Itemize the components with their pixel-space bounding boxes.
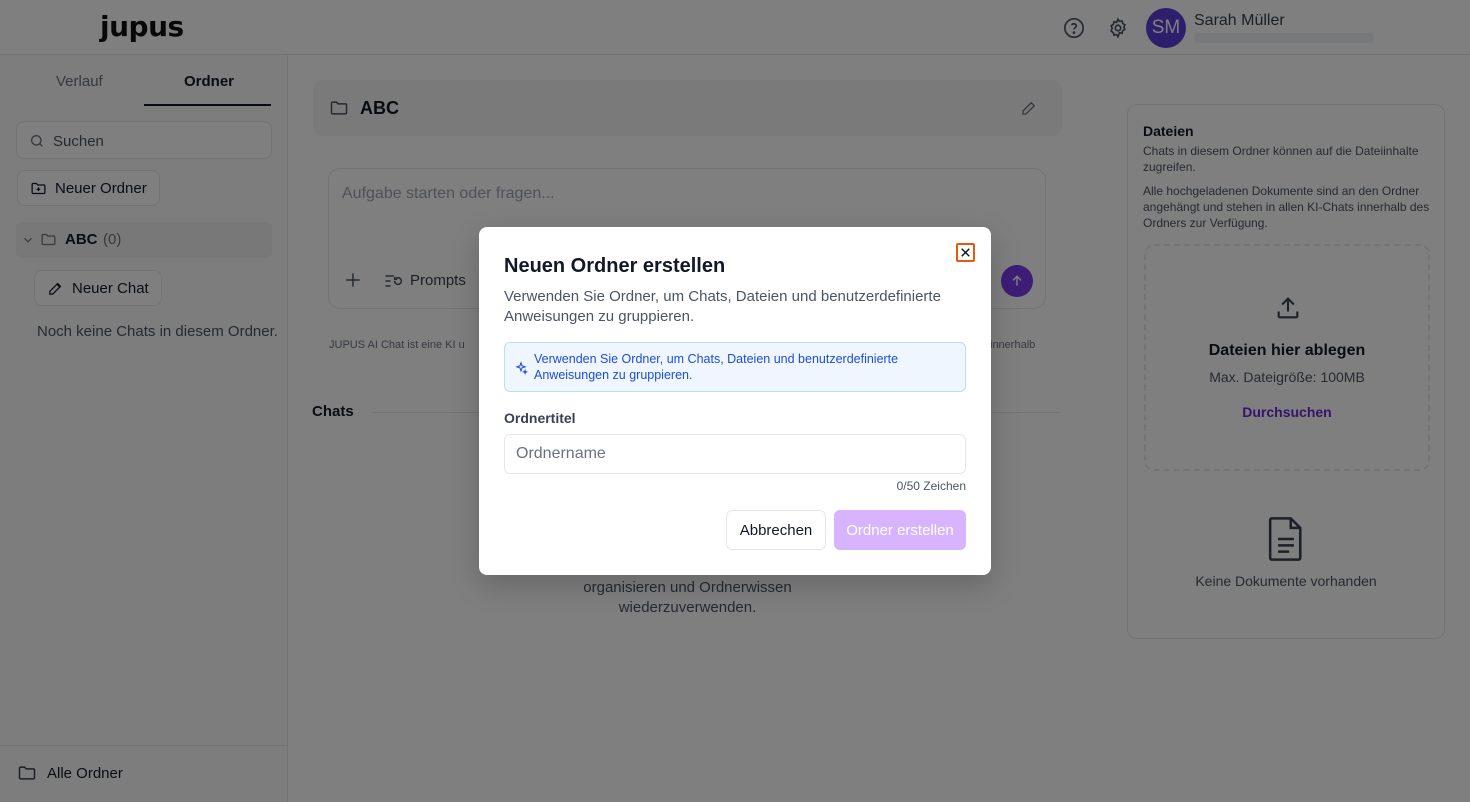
cancel-button[interactable]: Abbrechen (726, 510, 826, 550)
close-button[interactable] (956, 243, 975, 262)
create-folder-dialog: Neuen Ordner erstellen Verwenden Sie Ord… (479, 227, 991, 575)
dialog-title: Neuen Ordner erstellen (504, 255, 726, 277)
close-icon (961, 248, 970, 257)
folder-title-label: Ordnertitel (504, 410, 576, 426)
char-counter: 0/50 Zeichen (896, 479, 966, 493)
create-folder-button[interactable]: Ordner erstellen (834, 510, 966, 550)
info-banner: Verwenden Sie Ordner, um Chats, Dateien … (504, 342, 966, 392)
dialog-description: Verwenden Sie Ordner, um Chats, Dateien … (504, 288, 941, 325)
folder-name-input[interactable] (504, 434, 966, 474)
app-root: jupus SM Sarah Müller Verlauf Ordner Neu… (0, 0, 1470, 802)
info-banner-text: Verwenden Sie Ordner, um Chats, Dateien … (534, 352, 899, 382)
sparkles-icon (515, 361, 528, 375)
